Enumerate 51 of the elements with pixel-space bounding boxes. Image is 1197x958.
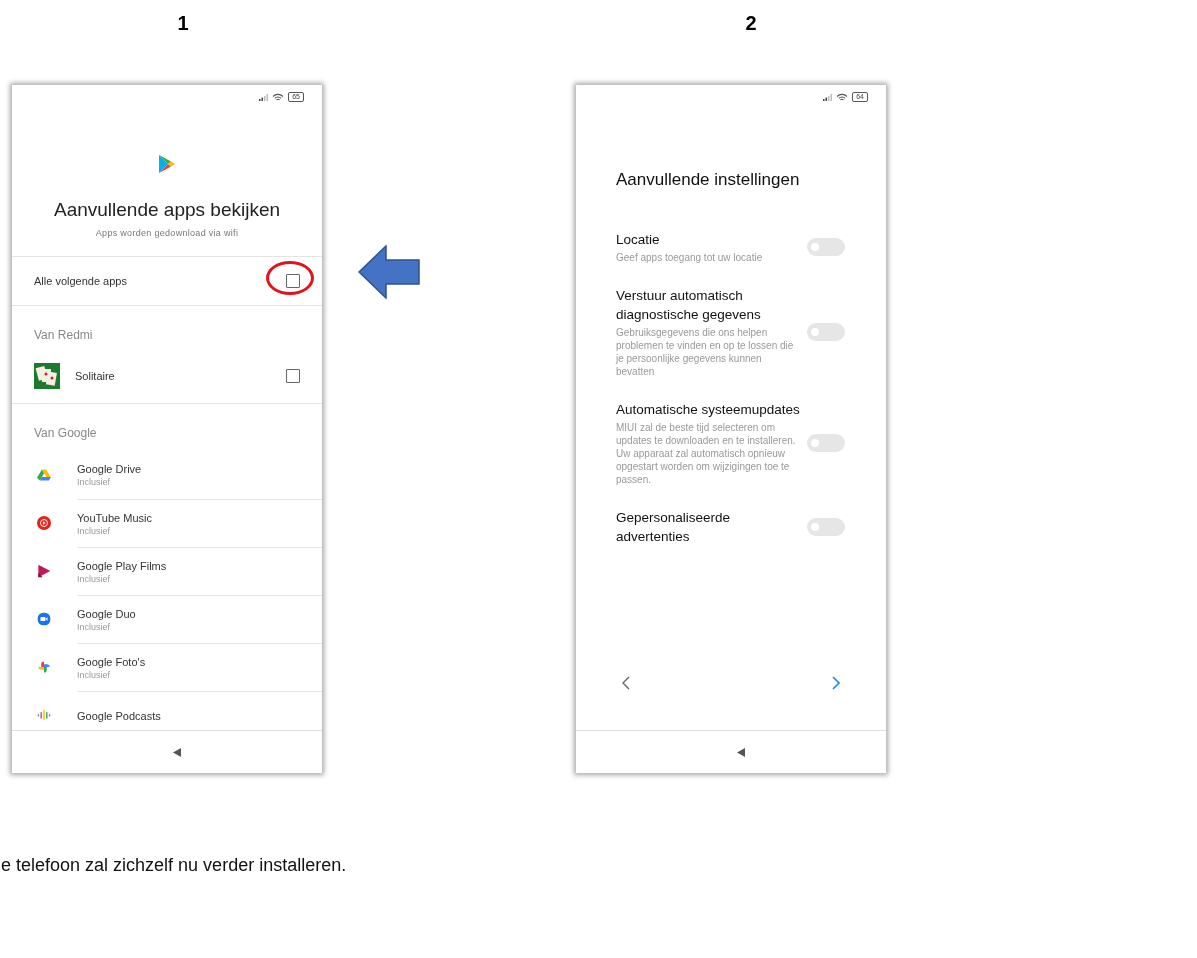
step-number: 2	[744, 12, 758, 36]
app-name: Google Duo	[77, 607, 137, 620]
video-camera-icon	[37, 612, 51, 626]
play-circle-icon	[37, 516, 51, 530]
app-name: YouTube Music	[77, 511, 153, 524]
wifi-icon	[272, 92, 285, 102]
app-name: Google Drive	[77, 463, 143, 475]
pinwheel-icon	[37, 660, 51, 674]
app-status: Inclusief	[77, 669, 112, 680]
app-status: Inclusief	[77, 573, 112, 584]
back-chevron-icon[interactable]	[622, 676, 630, 690]
app-name: Google Play Films	[77, 559, 168, 572]
setting-title: Locatie	[616, 231, 661, 249]
row-label: Alle volgende apps	[34, 275, 127, 287]
toggle-switch[interactable]	[807, 238, 845, 256]
toggle-switch[interactable]	[807, 323, 845, 341]
setting-description: Gebruiksgegevens die ons helpen problemen te vinden en op te lossen die je persoonlijke gegevens kunnen bevatten	[616, 326, 795, 378]
back-triangle-icon[interactable]	[737, 747, 745, 757]
setting-description: MIUI zal de beste tijd selecteren om updates te downloaden en te installeren. Uw apparaat zal automatisch opnieuw opgestart worden om wijzigingen toe te passen.	[616, 421, 797, 486]
step-number: 1	[176, 12, 190, 36]
setting-title: Automatische systeemupdates	[616, 401, 801, 419]
app-status: Inclusief	[77, 621, 112, 632]
film-icon	[37, 564, 51, 578]
signal-icon	[259, 93, 269, 101]
cards-icon	[34, 363, 60, 389]
play-store-icon	[159, 155, 175, 173]
back-triangle-icon[interactable]	[173, 747, 181, 757]
screen-subtitle: Apps worden gedownload via wifi	[94, 228, 240, 238]
setting-description: Geef apps toegang tot uw locatie	[616, 251, 764, 264]
app-name: Google Foto's	[77, 655, 147, 668]
section-header: Van Google	[33, 425, 98, 442]
app-status: Inclusief	[77, 477, 112, 487]
section-header: Van Redmi	[33, 327, 94, 344]
wifi-icon	[836, 92, 849, 102]
app-name: Google Podcasts	[77, 709, 162, 722]
app-name: Solitaire	[75, 370, 116, 382]
setting-title: Verstuur automatisch diagnostische gegevens	[616, 287, 762, 324]
toggle-switch[interactable]	[807, 518, 845, 536]
checkbox[interactable]	[286, 274, 300, 288]
signal-icon	[823, 93, 833, 101]
toggle-switch[interactable]	[807, 434, 845, 452]
podcast-icon	[37, 708, 51, 722]
setting-title: Gepersonaliseerde advertenties	[616, 509, 732, 546]
next-chevron-icon[interactable]	[832, 676, 840, 690]
checkbox[interactable]	[286, 369, 300, 383]
app-status: Inclusief	[77, 525, 112, 536]
screen-title: Aanvullende instellingen	[616, 170, 801, 190]
caption-text: e telefoon zal zichzelf nu verder installeren.	[1, 855, 347, 876]
left-arrow-icon	[358, 245, 420, 299]
triangle-icon	[37, 468, 51, 482]
screen-title: Aanvullende apps bekijken	[52, 199, 282, 221]
